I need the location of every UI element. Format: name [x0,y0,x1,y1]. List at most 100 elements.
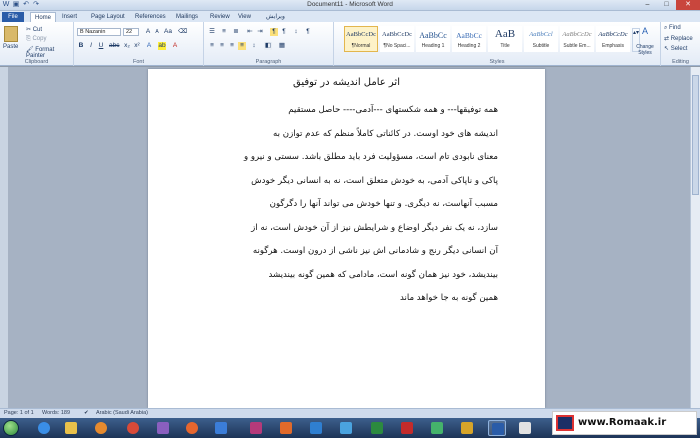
ie-icon[interactable] [35,420,53,436]
font-size-select[interactable]: 22 [123,28,139,36]
acrobat-icon[interactable] [398,420,416,436]
document-body[interactable]: همه توفیقها--- و همه شکستهای ---آدمی----… [200,99,498,311]
word-taskbar-icon[interactable] [488,420,506,436]
style-name: Subtitle [532,43,550,49]
app6-icon[interactable] [458,420,476,436]
format-painter-button[interactable]: 🖌 Format Painter [26,46,73,59]
italic-button[interactable]: I [87,42,95,50]
copy-button[interactable]: ⎘ Copy [26,36,46,43]
tab-view[interactable]: View [234,12,255,22]
spelling-icon[interactable]: ✔ [84,410,89,416]
romaak-logo-icon [556,415,574,431]
find-button[interactable]: ⌕ Find [664,25,681,32]
paste-button[interactable]: Paste [3,44,18,50]
strikethrough-button[interactable]: abc [109,42,119,50]
change-styles-icon[interactable]: A [634,26,656,36]
close-button[interactable]: ✕ [676,0,700,10]
align-center-icon[interactable]: ≡ [218,42,226,50]
increase-indent-icon[interactable]: ⇥ [256,28,264,36]
style-heading-1[interactable]: AaBbCc Heading 1 [416,26,450,52]
borders-icon[interactable]: ▦ [278,42,286,50]
app2-icon[interactable] [277,420,295,436]
style-emphasis[interactable]: AaBbCcDc Emphasis [596,26,630,52]
decrease-indent-icon[interactable]: ⇤ [246,28,254,36]
tab-mailings[interactable]: Mailings [172,12,202,22]
rtl-direction-icon[interactable]: ¶ [280,28,288,36]
chrome-icon[interactable] [124,420,142,436]
underline-button[interactable]: U [97,42,105,50]
style-no-spacing[interactable]: AaBbCcDc ¶No Spaci... [380,26,414,52]
paragraph-label: Paragraph [255,59,282,65]
maximize-button[interactable]: □ [657,0,676,10]
document-page[interactable]: اثر عامل اندیشه در توفیق همه توفیقها--- … [148,69,545,408]
ribbon-tabs: File Home Insert Page Layout References … [0,11,700,22]
font-name-select[interactable]: B Nazanin [77,28,121,36]
superscript-button[interactable]: x² [133,42,141,50]
font-color-icon[interactable]: A [171,42,179,50]
style-heading-2[interactable]: AaBbCc Heading 2 [452,26,486,52]
tab-insert[interactable]: Insert [58,12,81,22]
change-case-icon[interactable]: Aa [164,28,172,36]
tab-page-layout[interactable]: Page Layout [87,12,129,22]
visual-studio-icon[interactable] [154,420,172,436]
style-name: ¶No Spaci... [383,43,411,49]
app7-icon[interactable] [516,420,534,436]
vertical-scrollbar[interactable] [690,67,700,408]
multilevel-list-icon[interactable]: ≣ [232,28,240,36]
cut-button[interactable]: ✂ Cut [26,26,42,33]
shrink-font-icon[interactable]: A [153,28,161,36]
style-name: Emphasis [602,43,624,49]
highlight-icon[interactable]: ab [158,42,166,50]
bold-button[interactable]: B [77,42,85,50]
start-button[interactable] [3,420,19,436]
language-indicator[interactable]: Arabic (Saudi Arabia) [96,410,148,416]
style-sample: AaB [494,28,516,40]
explorer-icon[interactable] [62,420,80,436]
tab-references[interactable]: References [131,12,170,22]
tab-custom[interactable]: ویرایش [262,12,289,22]
paste-icon[interactable] [4,26,18,42]
clear-format-icon[interactable]: ⌫ [178,28,187,36]
body-line: سازد، نه یک نفر دیگر اوضاع و شرایطش نیز … [251,222,498,233]
change-styles-button[interactable]: Change Styles [632,44,658,56]
select-button[interactable]: ↖ Select [664,45,687,52]
line-spacing-icon[interactable]: ↕ [250,42,258,50]
show-marks-icon[interactable]: ¶ [304,28,312,36]
find-label: Find [669,25,681,31]
justify-icon[interactable]: ≡ [238,42,246,50]
style-title[interactable]: AaB Title [488,26,522,52]
tab-home[interactable]: Home [30,12,57,22]
excel-icon[interactable] [368,420,386,436]
text-effects-icon[interactable]: A [145,42,153,50]
subscript-button[interactable]: x₂ [123,42,131,50]
style-subtitle[interactable]: AaBbCcl Subtitle [524,26,558,52]
align-right-icon[interactable]: ≡ [228,42,236,50]
minimize-button[interactable]: – [638,0,657,10]
media-player-icon[interactable] [92,420,110,436]
numbering-icon[interactable]: ≡ [220,28,228,36]
replace-button[interactable]: ⇄ Replace [664,35,693,42]
bullets-icon[interactable]: ☰ [208,28,216,36]
style-subtle-emphasis[interactable]: AaBbCcDc Subtle Em... [560,26,594,52]
style-normal[interactable]: AaBbCcDc ¶Normal [344,26,378,52]
cut-label: Cut [32,27,43,33]
tab-review[interactable]: Review [206,12,234,22]
editing-group: ⌕ Find ⇄ Replace ↖ Select Editing [661,22,700,66]
ltr-direction-icon[interactable]: ¶ [270,28,278,36]
page-count[interactable]: Page: 1 of 1 [4,410,34,416]
grow-font-icon[interactable]: A [144,28,152,36]
app4-icon[interactable] [337,420,355,436]
app5-icon[interactable] [428,420,446,436]
style-name: Title [500,43,510,49]
tab-file[interactable]: File [2,12,24,22]
scrollbar-thumb[interactable] [692,75,699,195]
winrar-icon[interactable] [247,420,265,436]
app-icon[interactable] [212,420,230,436]
body-line: پاکی و ناپاکی آدمی، به خودش متعلق است، ن… [251,175,498,186]
align-left-icon[interactable]: ≡ [208,42,216,50]
firefox-icon[interactable] [183,420,201,436]
app3-icon[interactable] [307,420,325,436]
sort-icon[interactable]: ↕ [292,28,300,36]
word-count[interactable]: Words: 189 [42,410,70,416]
shading-icon[interactable]: ◧ [264,42,272,50]
